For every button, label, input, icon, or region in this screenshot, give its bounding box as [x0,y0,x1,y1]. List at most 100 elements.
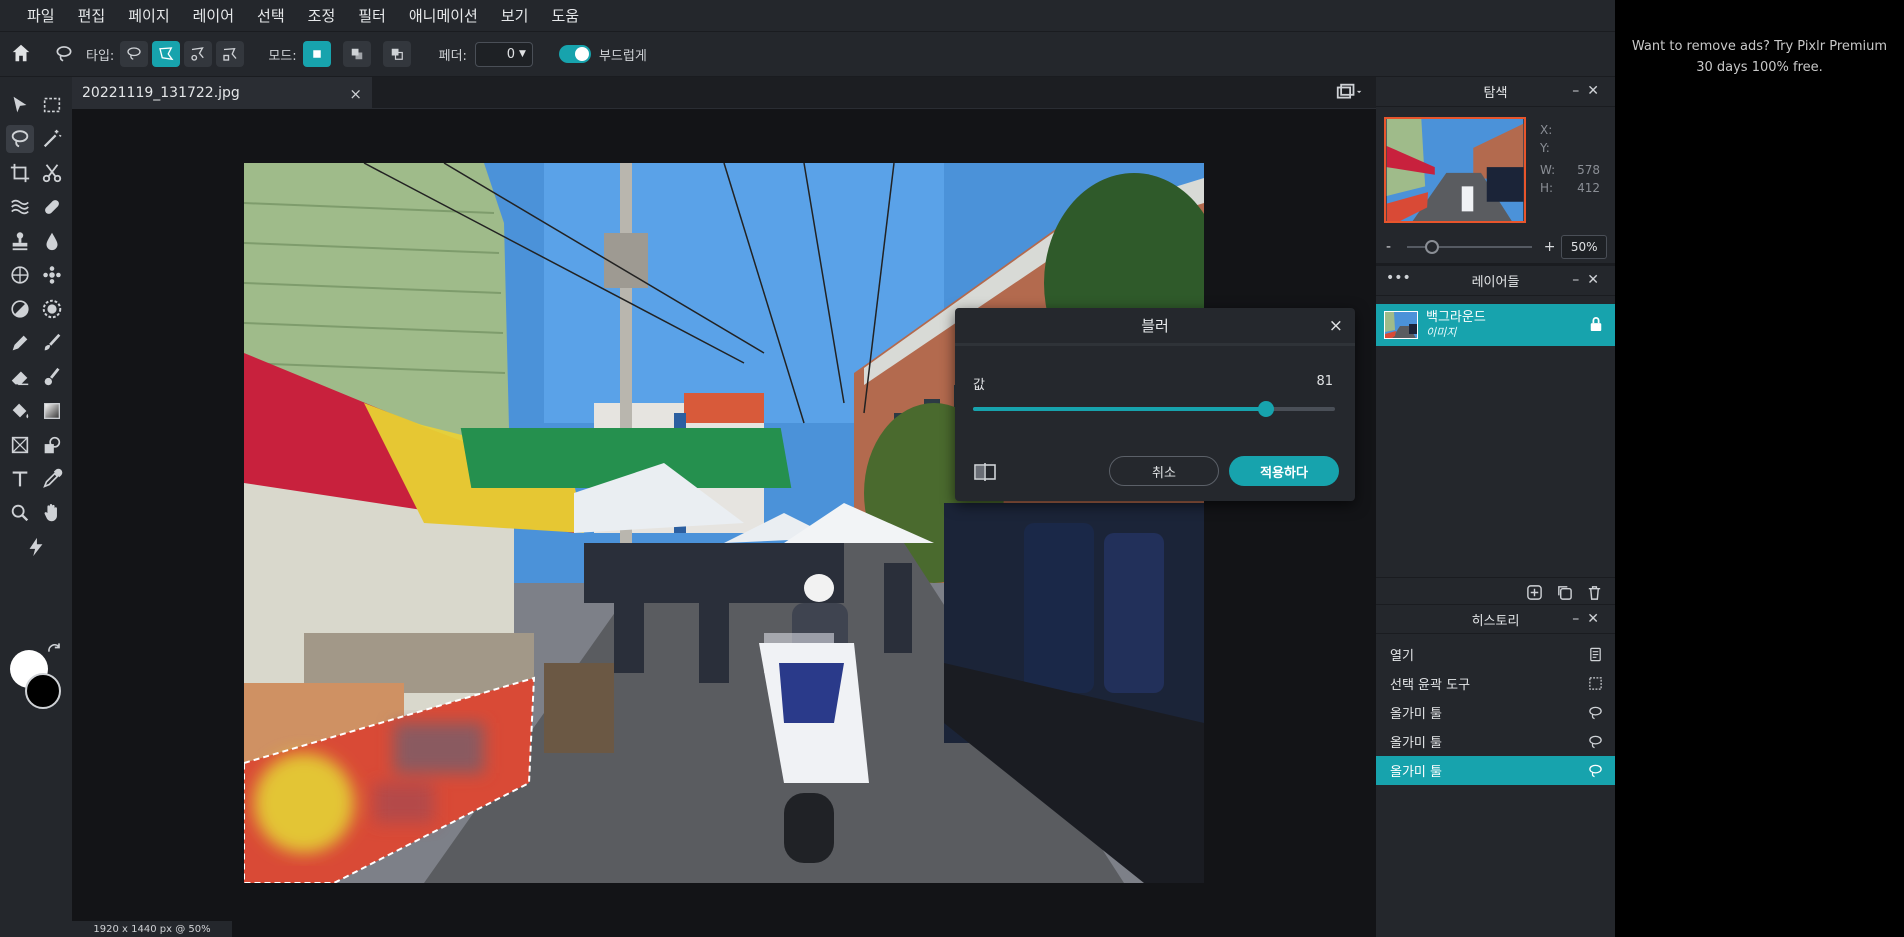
history-item-marquee[interactable]: 선택 윤곽 도구 [1376,669,1615,698]
eraser-tool[interactable] [6,363,34,391]
zoom-slider[interactable] [1407,240,1532,254]
menu-help[interactable]: 도움 [551,5,579,26]
background-color-swatch[interactable] [25,673,61,709]
more-options-icon[interactable]: ••• [1386,270,1411,286]
history-item-label: 올가미 툴 [1390,707,1442,722]
close-panel-icon[interactable]: ✕ [1587,272,1607,288]
duplicate-layer-icon[interactable] [1556,584,1573,605]
mode-subtract-button[interactable] [382,41,411,67]
shape-tool[interactable] [6,431,34,459]
cancel-button[interactable]: 취소 [1109,456,1219,486]
mode-new-button[interactable] [302,41,331,67]
close-tab-icon[interactable]: × [349,85,362,103]
close-panel-icon[interactable]: ✕ [1587,611,1607,627]
hand-icon [44,504,57,522]
zoom-out-button[interactable]: - [1386,239,1391,255]
history-item-lasso[interactable]: 올가미 툴 [1376,727,1615,756]
minimize-icon[interactable]: – [1572,611,1587,627]
menu-page[interactable]: 페이지 [128,5,169,26]
quick-action-tool[interactable] [22,533,50,561]
menu-select[interactable]: 선택 [257,5,285,26]
minimize-icon[interactable]: – [1572,83,1587,99]
paint-bucket-icon [12,403,29,419]
color-brush-tool[interactable] [38,363,66,391]
menu-file[interactable]: 파일 [27,5,55,26]
text-tool[interactable] [6,465,34,493]
zoom-tool[interactable] [6,499,34,527]
fill-tool[interactable] [6,397,34,425]
blur-slider-handle[interactable] [1258,401,1275,417]
type-label: 타입: [86,48,115,64]
home-icon[interactable] [10,42,34,66]
lasso-magnetic-button[interactable] [184,41,213,67]
lasso-freehand-button[interactable] [120,41,149,67]
crop-tool[interactable] [6,159,34,187]
feather-input[interactable]: 0 ▼ [474,41,533,67]
zoom-slider-handle[interactable] [1425,240,1440,254]
swap-colors-button[interactable] [44,640,64,660]
arrange-tool[interactable] [6,91,34,119]
mode-add-button[interactable] [342,41,371,67]
document-image[interactable] [244,163,1204,883]
smooth-toggle[interactable] [558,45,591,63]
lock-icon[interactable] [1589,316,1603,336]
clone-stamp-tool[interactable] [6,227,34,255]
add-layer-icon[interactable] [1526,584,1543,605]
caret-down-icon: ▼ [519,49,526,59]
close-dialog-icon[interactable]: × [1329,316,1343,336]
lasso-polygon-button[interactable] [152,41,181,67]
lightning-icon [29,537,43,557]
zoom-in-button[interactable]: + [1544,239,1556,255]
magic-wand-tool[interactable] [38,125,66,153]
gradient-tool[interactable] [38,397,66,425]
layer-thumbnail [1384,311,1418,339]
blur-slider[interactable] [973,401,1335,417]
marquee-tool[interactable] [38,91,66,119]
history-item-lasso[interactable]: 올가미 툴 [1376,698,1615,727]
menu-adjust[interactable]: 조정 [308,5,336,26]
pen-tool[interactable] [6,329,34,357]
sponge-tool[interactable] [6,261,34,289]
blur-dialog-header: 블러 × [955,308,1355,346]
navigator-thumbnail[interactable] [1384,117,1526,223]
hand-tool[interactable] [38,499,66,527]
dodge-burn-tool[interactable] [6,295,34,323]
history-item-open[interactable]: 열기 [1376,640,1615,669]
lasso-bezier-button[interactable] [216,41,245,67]
apply-button[interactable]: 적용하다 [1229,456,1339,486]
text-icon [12,471,28,487]
layers-footer [1376,577,1615,605]
arrange-windows-icon[interactable] [1334,83,1364,105]
blur-tool[interactable] [38,227,66,255]
minimize-icon[interactable]: – [1572,272,1587,288]
pointer-icon [13,96,27,113]
close-panel-icon[interactable]: ✕ [1587,83,1607,99]
feather-label: 페더: [438,48,467,64]
document-tab[interactable]: 20221119_131722.jpg × [72,77,372,109]
history-item-lasso-current[interactable]: 올가미 툴 [1376,756,1615,785]
menu-edit[interactable]: 편집 [78,5,106,26]
cutout-tool[interactable] [38,159,66,187]
shapes-icon [44,436,61,454]
eyedropper-tool[interactable] [38,465,66,493]
crop-icon [10,163,30,183]
gear-icon [42,299,62,319]
menu-animation[interactable]: 애니메이션 [409,5,478,26]
ad-sidebar[interactable]: Want to remove ads? Try Pixlr Premium 30… [1615,0,1904,937]
shapes-tool[interactable] [38,431,66,459]
liquify-tool[interactable] [6,193,34,221]
zoom-level-input[interactable]: 50% [1561,235,1607,259]
delete-layer-icon[interactable] [1586,584,1603,605]
color-replace-tool[interactable] [38,261,66,289]
menu-view[interactable]: 보기 [501,5,529,26]
compare-icon[interactable] [973,462,997,486]
history-panel: 히스토리 –✕ 열기 선택 윤곽 도구 올가미 툴 올가미 툴 올가미 툴 [1376,604,1615,937]
document-tab-bar: 20221119_131722.jpg × [72,77,1376,109]
brush-tool[interactable] [38,329,66,357]
menu-layer[interactable]: 레이어 [193,5,234,26]
sharpen-tool[interactable] [38,295,66,323]
layer-row[interactable]: 백그라운드 이미지 [1376,304,1615,346]
lasso-tool[interactable] [6,125,34,153]
heal-tool[interactable] [38,193,66,221]
menu-filter[interactable]: 필터 [358,5,386,26]
